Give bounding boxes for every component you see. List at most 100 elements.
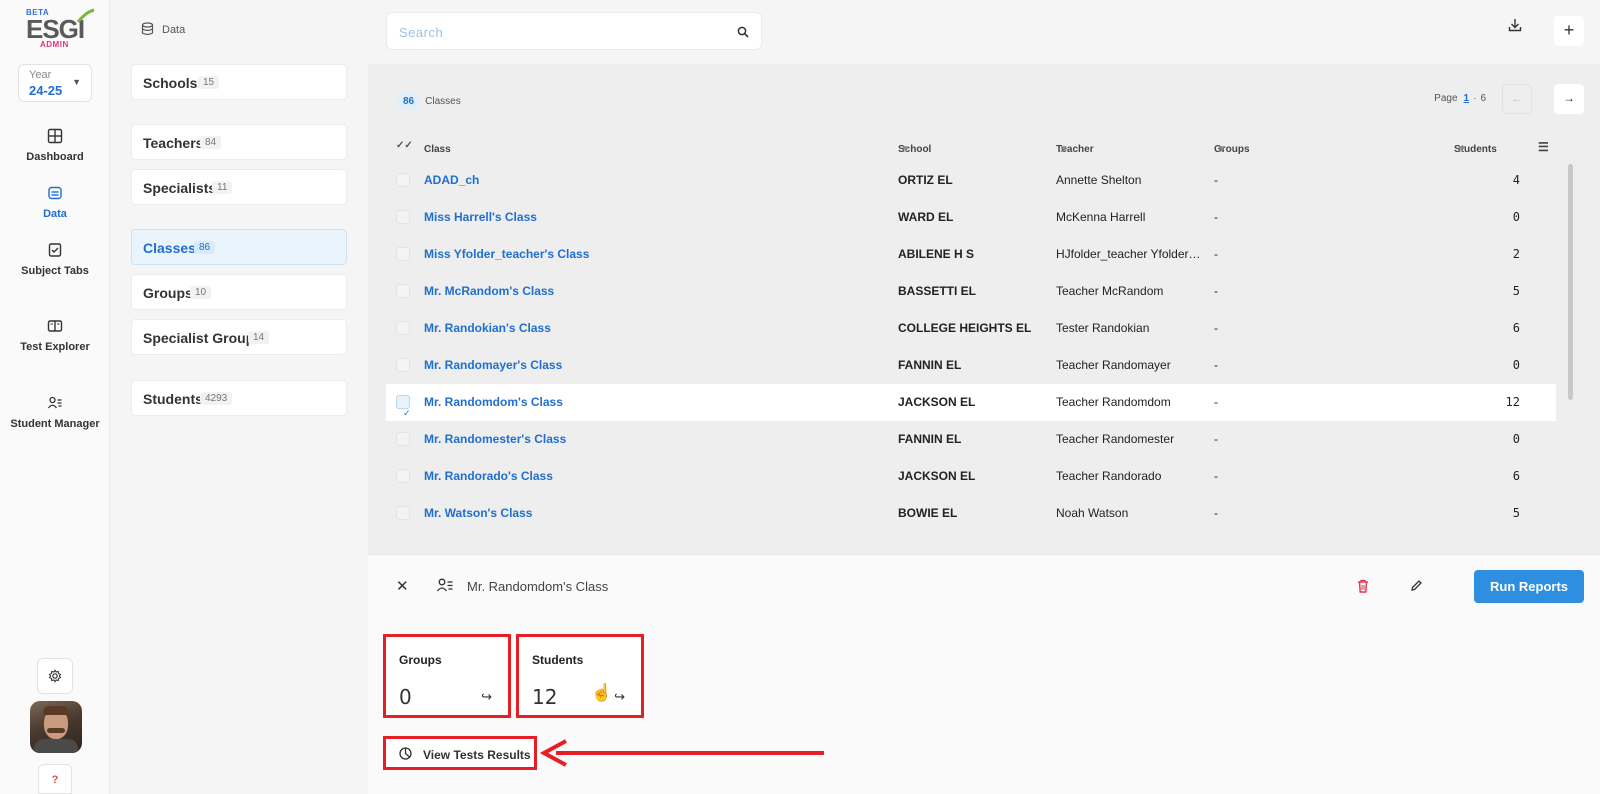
class-name-link[interactable]: ADAD_ch (424, 173, 479, 187)
sort-icon[interactable]: ↕ (427, 144, 432, 155)
data-icon (48, 186, 62, 200)
add-button[interactable]: + (1554, 16, 1584, 46)
data-item-schools[interactable]: Schools 15 (131, 64, 347, 100)
teacher-cell: Teacher Randomester (1056, 432, 1175, 446)
user-avatar[interactable] (30, 701, 82, 753)
year-label: Year (29, 69, 52, 81)
page-current[interactable]: 1 (1464, 93, 1470, 104)
row-checkbox[interactable] (396, 321, 410, 335)
table-row[interactable]: Mr. Randomayer's Class FANNIN EL Teacher… (386, 347, 1556, 384)
view-tests-results-label: View Tests Results (423, 748, 531, 762)
nav-data[interactable]: Data (0, 185, 110, 220)
row-checkbox[interactable] (396, 284, 410, 298)
row-checkbox[interactable] (396, 358, 410, 372)
class-name-link[interactable]: Miss Harrell's Class (424, 210, 537, 224)
row-checkbox[interactable] (396, 506, 410, 520)
filter-icon[interactable]: ▼ (901, 144, 911, 155)
groups-cell: - (1214, 358, 1218, 372)
esgi-admin-logo[interactable]: BETA ESGI ADMIN (26, 8, 96, 50)
table-row[interactable]: Mr. Watson's Class BOWIE EL Noah Watson … (386, 495, 1556, 532)
search-input[interactable]: Search (386, 12, 762, 50)
database-icon (141, 22, 154, 36)
data-item-groups[interactable]: Groups 10 (131, 274, 347, 310)
settings-button[interactable] (37, 658, 73, 694)
download-button[interactable] (1508, 18, 1522, 35)
table-row[interactable]: ADAD_ch ORTIZ EL Annette Shelton - 4 (386, 162, 1556, 199)
class-name-link[interactable]: Mr. Randomester's Class (424, 432, 566, 446)
trash-icon[interactable] (1357, 579, 1369, 593)
pagination: Page 1 · 6 ← → (1384, 84, 1584, 114)
students-card[interactable]: Students 12 ☝ ↪ (516, 634, 644, 718)
row-checkbox-checked[interactable]: ✓ (396, 395, 411, 418)
row-checkbox[interactable] (396, 210, 410, 224)
data-item-teachers[interactable]: Teachers 84 (131, 124, 347, 160)
table-row[interactable]: Miss Harrell's Class WARD EL McKenna Har… (386, 199, 1556, 236)
data-item-count: 14 (248, 331, 270, 344)
class-name-link[interactable]: Mr. Randokian's Class (424, 321, 551, 335)
table-scrollbar[interactable] (1568, 164, 1573, 400)
run-reports-button[interactable]: Run Reports (1474, 570, 1584, 603)
data-panel-title: Data (162, 24, 186, 36)
annotation-arrow-icon (540, 739, 824, 767)
arrow-return-icon[interactable]: ↪ (481, 689, 492, 705)
prev-page-button[interactable]: ← (1502, 84, 1532, 114)
table-row-selected[interactable]: ✓ Mr. Randomdom's Class JACKSON EL Teach… (386, 384, 1556, 421)
table-row[interactable]: Mr. Randokian's Class COLLEGE HEIGHTS EL… (386, 310, 1556, 347)
arrow-left-icon: ← (1511, 93, 1523, 105)
main-content: Search + 86 Classes Page 1 · 6 ← → ✓✓ Class ↕… (368, 0, 1600, 794)
left-navigation-rail: BETA ESGI ADMIN Year 24-25 ▼ Dashboard D… (0, 0, 110, 794)
logo-admin-text: ADMIN (40, 40, 69, 49)
class-name-link[interactable]: Mr. Randomdom's Class (424, 395, 563, 409)
filter-icon[interactable]: ▼ (1457, 144, 1467, 155)
data-item-label: Classes (143, 240, 196, 256)
detail-title: Mr. Randomdom's Class (467, 579, 609, 594)
download-icon (1508, 19, 1522, 32)
avatar-mustache (47, 728, 65, 733)
row-checkbox[interactable] (396, 432, 410, 446)
nav-student-manager[interactable]: Student Manager (0, 395, 110, 430)
data-item-classes[interactable]: Classes 86 (131, 229, 347, 265)
data-item-specialist-groups[interactable]: Specialist Groups 14 (131, 319, 347, 355)
select-all-checkmark-icon[interactable]: ✓✓ (396, 140, 413, 151)
data-item-label: Schools (143, 75, 198, 91)
data-item-students[interactable]: Students 4293 (131, 380, 347, 416)
row-checkbox[interactable] (396, 173, 410, 187)
table-row[interactable]: Mr. McRandom's Class BASSETTI EL Teacher… (386, 273, 1556, 310)
pencil-icon[interactable] (1410, 579, 1423, 592)
check-icon: ✓ (403, 408, 411, 418)
school-cell: ABILENE H S (898, 247, 975, 261)
class-name-link[interactable]: Mr. Watson's Class (424, 506, 532, 520)
nav-subject-tabs[interactable]: Subject Tabs (0, 242, 110, 277)
filter-icon[interactable]: ▼ (1217, 144, 1227, 155)
class-name-link[interactable]: Miss Yfolder_teacher's Class (424, 247, 589, 261)
view-tests-results-button[interactable]: View Tests Results (383, 736, 537, 770)
arrow-return-icon[interactable]: ↪ (614, 689, 625, 705)
nav-dashboard[interactable]: Dashboard (0, 128, 110, 163)
students-cell: 6 (1512, 469, 1520, 483)
table-row[interactable]: Mr. Randorado's Class JACKSON EL Teacher… (386, 458, 1556, 495)
nav-test-explorer[interactable]: Test Explorer (0, 318, 110, 353)
class-name-link[interactable]: Mr. McRandom's Class (424, 284, 554, 298)
groups-card[interactable]: Groups 0 ↪ (383, 634, 511, 718)
table-row[interactable]: Mr. Randomester's Class FANNIN EL Teache… (386, 421, 1556, 458)
data-item-count: 11 (212, 181, 233, 194)
next-page-button[interactable]: → (1554, 84, 1584, 114)
table-row[interactable]: Miss Yfolder_teacher's Class ABILENE H S… (386, 236, 1556, 273)
groups-cell: - (1214, 506, 1218, 520)
close-icon[interactable]: ✕ (396, 577, 409, 595)
data-item-specialists[interactable]: Specialists 11 (131, 169, 347, 205)
row-checkbox[interactable] (396, 247, 410, 261)
class-name-link[interactable]: Mr. Randomayer's Class (424, 358, 562, 372)
students-cell: 12 (1505, 395, 1520, 409)
student-manager-icon (47, 396, 62, 409)
arrow-right-icon: → (1563, 91, 1575, 105)
column-settings-icon[interactable]: ☰ (1538, 140, 1549, 154)
year-selector[interactable]: Year 24-25 ▼ (18, 64, 92, 102)
school-cell: JACKSON EL (898, 469, 976, 483)
students-cell: 2 (1512, 247, 1520, 261)
class-name-link[interactable]: Mr. Randorado's Class (424, 469, 553, 483)
help-button[interactable]: ? (38, 764, 72, 794)
page-total: 6 (1480, 93, 1486, 104)
row-checkbox[interactable] (396, 469, 410, 483)
filter-icon[interactable]: ▼ (1059, 144, 1069, 155)
